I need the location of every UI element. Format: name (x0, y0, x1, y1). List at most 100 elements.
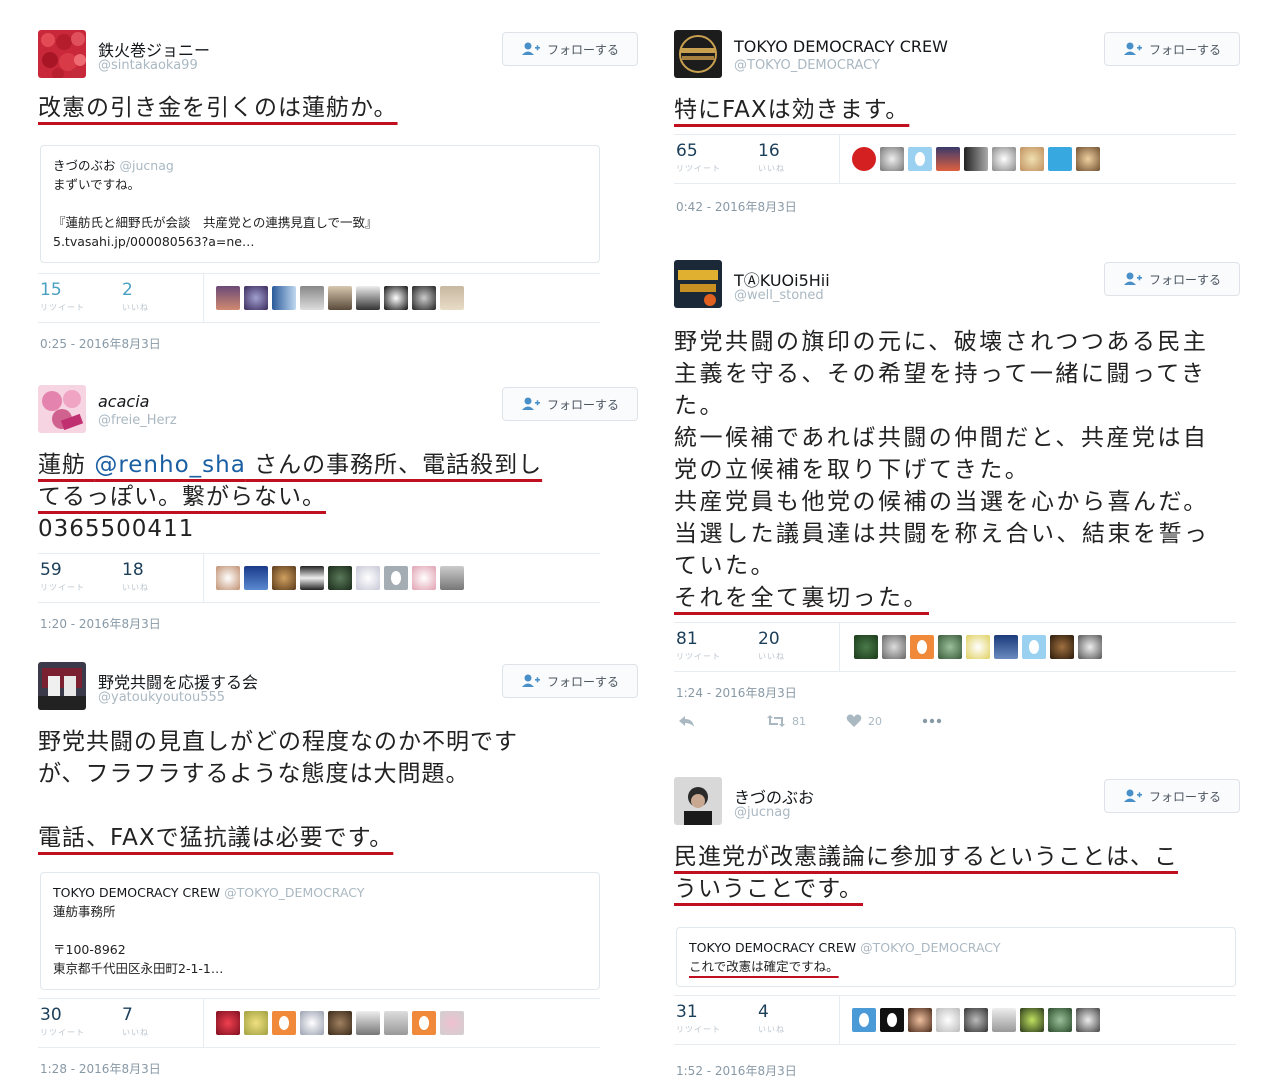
liker-avatar[interactable] (216, 1011, 240, 1035)
liker-avatar[interactable] (356, 286, 380, 310)
liker-avatar[interactable] (1076, 147, 1100, 171)
avatar[interactable] (674, 777, 722, 825)
follow-button[interactable]: フォローする (502, 387, 638, 421)
display-name[interactable]: TOKYO DEMOCRACY CREW (734, 37, 948, 56)
liker-avatar[interactable] (244, 566, 268, 590)
liker-avatar[interactable] (440, 286, 464, 310)
phone-number[interactable]: 0365500411 (38, 513, 638, 545)
reply-button[interactable] (678, 714, 696, 728)
user-handle[interactable]: @jucnag (734, 805, 790, 820)
liker-avatar[interactable] (412, 566, 436, 590)
liker-avatar[interactable] (882, 635, 906, 659)
liker-avatar[interactable] (1048, 147, 1072, 171)
tweet-timestamp[interactable]: 1:52 - 2016年8月3日 (676, 1062, 797, 1079)
liker-avatar[interactable] (1078, 635, 1102, 659)
display-name[interactable]: acacia (98, 392, 149, 411)
liker-avatar[interactable] (908, 1008, 932, 1032)
liker-avatar[interactable] (1020, 1008, 1044, 1032)
liker-avatar[interactable] (272, 1011, 296, 1035)
liker-avatar[interactable] (328, 286, 352, 310)
follow-button[interactable]: フォローする (1104, 32, 1240, 66)
liker-avatar[interactable] (440, 566, 464, 590)
quoted-tweet[interactable]: TOKYO DEMOCRACY CREW @TOKYO_DEMOCRACY これ… (676, 927, 1236, 987)
retweet-count[interactable]: 81 リツイート (676, 629, 721, 662)
liker-avatar[interactable] (328, 566, 352, 590)
liker-avatar[interactable] (216, 566, 240, 590)
liker-avatar[interactable] (412, 1011, 436, 1035)
retweet-button[interactable]: 81 (766, 714, 806, 728)
liker-avatar[interactable] (300, 566, 324, 590)
liker-avatar[interactable] (966, 635, 990, 659)
quoted-tweet[interactable]: TOKYO DEMOCRACY CREW @TOKYO_DEMOCRACY 蓮舫… (40, 872, 600, 990)
liker-avatar[interactable] (356, 1011, 380, 1035)
liker-avatar[interactable] (1076, 1008, 1100, 1032)
tweet-timestamp[interactable]: 0:25 - 2016年8月3日 (40, 335, 161, 352)
liker-avatar[interactable] (300, 286, 324, 310)
liker-avatar[interactable] (272, 286, 296, 310)
avatar[interactable] (674, 30, 722, 78)
liker-avatar[interactable] (854, 635, 878, 659)
user-handle[interactable]: @sintakaoka99 (98, 58, 198, 73)
liker-avatar[interactable] (216, 286, 240, 310)
tweet-timestamp[interactable]: 1:20 - 2016年8月3日 (40, 615, 161, 632)
user-handle[interactable]: @well_stoned (734, 288, 824, 303)
follow-button[interactable]: フォローする (1104, 262, 1240, 296)
liker-avatar[interactable] (412, 286, 436, 310)
follow-button[interactable]: フォローする (502, 664, 638, 698)
liker-avatar[interactable] (300, 1011, 324, 1035)
liker-avatar[interactable] (244, 1011, 268, 1035)
quoted-link[interactable]: 5.tvasahi.jp/000080563?a=ne… (53, 232, 587, 251)
liker-avatar[interactable] (384, 1011, 408, 1035)
liker-avatar[interactable] (440, 1011, 464, 1035)
tweet-timestamp[interactable]: 1:24 - 2016年8月3日 (676, 684, 797, 701)
liker-avatar[interactable] (1048, 1008, 1072, 1032)
liker-avatar[interactable] (936, 1008, 960, 1032)
liker-avatar[interactable] (992, 147, 1016, 171)
liker-avatar[interactable] (938, 635, 962, 659)
retweet-count[interactable]: 31 リツイート (676, 1002, 721, 1035)
like-count[interactable]: 7 いいね (122, 1005, 149, 1038)
liker-avatar[interactable] (936, 147, 960, 171)
liker-avatar[interactable] (992, 1008, 1016, 1032)
follow-button[interactable]: フォローする (1104, 779, 1240, 813)
avatar[interactable] (38, 385, 86, 433)
follow-button[interactable]: フォローする (502, 32, 638, 66)
liker-avatar[interactable] (384, 566, 408, 590)
avatar[interactable] (38, 662, 86, 710)
liker-avatar[interactable] (1050, 635, 1074, 659)
like-count[interactable]: 18 いいね (122, 560, 149, 593)
liker-avatar[interactable] (964, 1008, 988, 1032)
retweet-count[interactable]: 30 リツイート (40, 1005, 85, 1038)
retweet-count[interactable]: 15 リツイート (40, 280, 85, 313)
avatar[interactable] (674, 260, 722, 308)
user-handle[interactable]: @freie_Herz (98, 413, 177, 428)
liker-avatar[interactable] (328, 1011, 352, 1035)
like-button[interactable]: 20 (846, 714, 882, 728)
liker-avatar[interactable] (880, 147, 904, 171)
liker-avatar[interactable] (994, 635, 1018, 659)
avatar[interactable] (38, 30, 86, 78)
liker-avatar[interactable] (356, 566, 380, 590)
liker-avatar[interactable] (852, 147, 876, 171)
like-count[interactable]: 16 いいね (758, 141, 785, 174)
liker-avatar[interactable] (1020, 147, 1044, 171)
liker-avatar[interactable] (908, 147, 932, 171)
liker-avatar[interactable] (910, 635, 934, 659)
mention-link[interactable]: @renho_sha (94, 452, 245, 478)
liker-avatar[interactable] (384, 286, 408, 310)
quoted-tweet[interactable]: きづのぶお @jucnag まずいですね。 『蓮舫氏と細野氏が会談 共産党との連… (40, 145, 600, 263)
liker-avatar[interactable] (1022, 635, 1046, 659)
like-count[interactable]: 20 いいね (758, 629, 785, 662)
more-button[interactable] (922, 718, 942, 724)
liker-avatar[interactable] (244, 286, 268, 310)
liker-avatar[interactable] (852, 1008, 876, 1032)
liker-avatar[interactable] (272, 566, 296, 590)
like-count[interactable]: 4 いいね (758, 1002, 785, 1035)
user-handle[interactable]: @yatoukyoutou555 (98, 690, 225, 705)
liker-avatar[interactable] (880, 1008, 904, 1032)
tweet-timestamp[interactable]: 0:42 - 2016年8月3日 (676, 198, 797, 215)
like-count[interactable]: 2 いいね (122, 280, 149, 313)
retweet-count[interactable]: 59 リツイート (40, 560, 85, 593)
retweet-count[interactable]: 65 リツイート (676, 141, 721, 174)
tweet-timestamp[interactable]: 1:28 - 2016年8月3日 (40, 1060, 161, 1077)
